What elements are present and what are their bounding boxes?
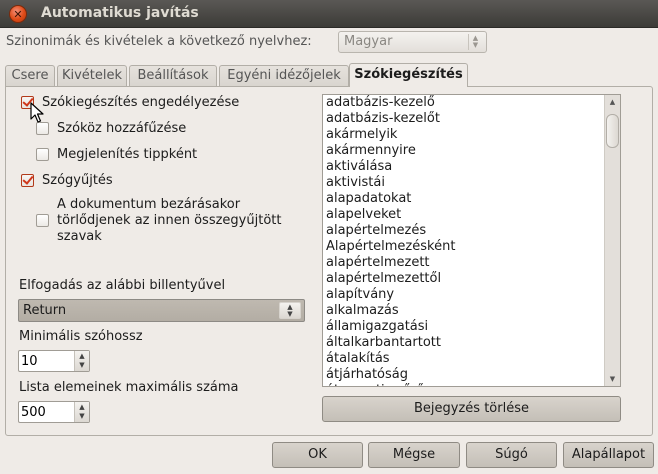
close-button[interactable]: ✕	[9, 5, 27, 23]
show-as-tip-option[interactable]: Megjelenítés tippként	[36, 146, 197, 163]
remove-on-close-label: A dokumentum bezárásakor törlődjenek az …	[57, 197, 282, 244]
max-entries-input[interactable]	[19, 402, 73, 422]
list-item[interactable]: aktiválása	[326, 159, 455, 175]
max-entries-label: Lista elemeinek maximális száma	[19, 380, 239, 395]
accept-key-label: Elfogadás az alábbi billentyűvel	[19, 278, 226, 293]
max-entries-stepper[interactable]: ▲▼	[18, 401, 90, 423]
ok-button[interactable]: OK	[272, 442, 363, 468]
scroll-thumb[interactable]	[606, 114, 619, 148]
window-title: Automatikus javítás	[41, 5, 199, 21]
updown-arrows-icon: ▲ ▼	[468, 34, 482, 50]
word-list-scrollbar[interactable]: ▲ ▼	[604, 95, 620, 386]
list-item[interactable]: Alapértelmezésként	[326, 239, 455, 255]
enable-word-completion-option[interactable]: Szókiegészítés engedélyezése	[21, 94, 239, 111]
word-items: adatbázis-kezelő adatbázis-kezelőt akármel…	[326, 95, 455, 386]
list-item[interactable]: átjárhatóság	[326, 367, 455, 383]
close-icon: ✕	[13, 7, 23, 21]
remove-on-close-checkbox[interactable]	[36, 214, 49, 227]
remove-on-close-option[interactable]: A dokumentum bezárásakor törlődjenek az …	[36, 197, 281, 245]
list-item[interactable]: alapítvány	[326, 287, 455, 303]
delete-entry-button[interactable]: Bejegyzés törlése	[322, 396, 621, 422]
cancel-button[interactable]: Mégse	[368, 442, 460, 468]
list-item[interactable]: adatbázis-kezelő	[326, 95, 455, 111]
append-space-option[interactable]: Szóköz hozzáfűzése	[36, 120, 186, 137]
list-item[interactable]: alapelveket	[326, 207, 455, 223]
list-item[interactable]: alapértelmezés	[326, 223, 455, 239]
list-item[interactable]: államigazgatási	[326, 319, 455, 335]
list-item[interactable]: alapértelmezett	[326, 255, 455, 271]
collect-words-label: Szógyűjtés	[42, 173, 113, 188]
list-item[interactable]: átmeneti szűrő	[326, 383, 455, 386]
list-item[interactable]: általkarbantartott	[326, 335, 455, 351]
tab-word-completion[interactable]: Szókiegészítés	[349, 63, 468, 87]
list-item[interactable]: aktivistái	[326, 175, 455, 191]
help-button[interactable]: Súgó	[466, 442, 557, 468]
tab-replace[interactable]: Csere	[5, 65, 55, 86]
list-item[interactable]: alkalmazás	[326, 303, 455, 319]
tab-options[interactable]: Beállítások	[129, 65, 217, 86]
min-word-length-input[interactable]	[19, 351, 73, 371]
language-select[interactable]: Magyar ▲ ▼	[338, 31, 487, 53]
collect-words-checkbox[interactable]	[21, 174, 34, 187]
show-as-tip-checkbox[interactable]	[36, 148, 49, 161]
accept-key-select[interactable]: Return ▲ ▼	[18, 299, 305, 322]
list-item[interactable]: akármelyik	[326, 127, 455, 143]
min-word-length-stepper[interactable]: ▲▼	[18, 350, 90, 372]
min-word-length-label: Minimális szóhossz	[19, 329, 143, 344]
list-item[interactable]: adatbázis-kezelőt	[326, 111, 455, 127]
scroll-down-icon[interactable]: ▼	[605, 372, 620, 386]
updown-arrows-icon: ▲ ▼	[279, 302, 301, 319]
mouse-cursor-icon	[30, 102, 44, 123]
list-item[interactable]: alapértelmezettől	[326, 271, 455, 287]
scroll-up-icon[interactable]: ▲	[605, 95, 620, 109]
collect-words-option[interactable]: Szógyűjtés	[21, 172, 113, 189]
list-item[interactable]: átalakítás	[326, 351, 455, 367]
accept-key-value: Return	[23, 303, 67, 318]
collected-words-list[interactable]: adatbázis-kezelő adatbázis-kezelőt akármel…	[322, 94, 621, 387]
tab-exceptions[interactable]: Kivételek	[57, 65, 127, 86]
reset-button[interactable]: Alapállapot	[563, 442, 654, 468]
language-selected-value: Magyar	[344, 34, 393, 49]
list-item[interactable]: akármennyire	[326, 143, 455, 159]
list-item[interactable]: alapadatokat	[326, 191, 455, 207]
tab-custom-quotes[interactable]: Egyéni idézőjelek	[219, 65, 349, 86]
title-bar: ✕ Automatikus javítás	[0, 0, 658, 28]
enable-word-completion-label: Szókiegészítés engedélyezése	[42, 95, 240, 110]
language-label: Szinonimák és kivételek a következő nyel…	[6, 34, 312, 49]
show-as-tip-label: Megjelenítés tippként	[57, 147, 198, 162]
append-space-label: Szóköz hozzáfűzése	[57, 121, 187, 136]
stepper-arrows-icon[interactable]: ▲ ▼	[74, 351, 89, 371]
stepper-arrows-icon[interactable]: ▲ ▼	[74, 402, 89, 422]
